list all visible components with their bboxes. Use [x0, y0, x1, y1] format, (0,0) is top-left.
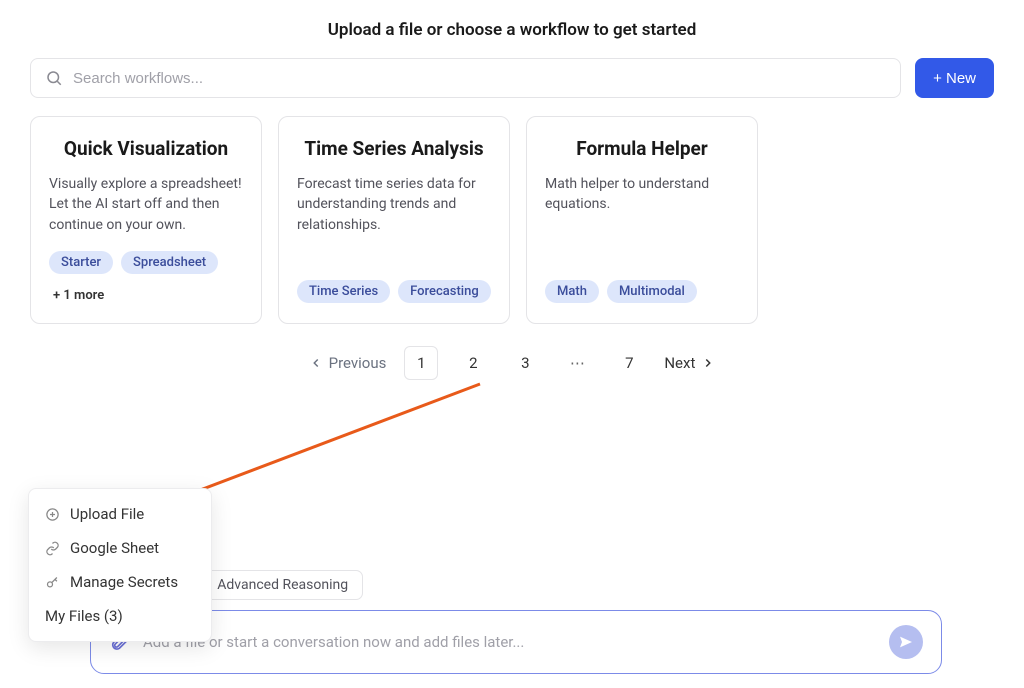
manage-secrets-item[interactable]: Manage Secrets [29, 565, 211, 599]
my-files-item[interactable]: My Files (3) [29, 599, 211, 633]
upload-file-item[interactable]: Upload File [29, 497, 211, 531]
google-sheet-item[interactable]: Google Sheet [29, 531, 211, 565]
pagination: Previous 1 2 3 ⋯ 7 Next [0, 346, 1024, 380]
card-title: Formula Helper [545, 137, 739, 160]
page-title: Upload a file or choose a workflow to ge… [0, 0, 1024, 58]
send-button[interactable] [889, 625, 923, 659]
chevron-left-icon [309, 356, 323, 370]
card-description: Forecast time series data for understand… [297, 174, 491, 235]
key-icon [45, 575, 60, 590]
chat-input-box[interactable]: Add a file or start a conversation now a… [90, 610, 942, 674]
tag: Starter [49, 251, 113, 274]
card-time-series[interactable]: Time Series Analysis Forecast time serie… [278, 116, 510, 324]
search-row: + New [0, 58, 1024, 98]
card-tags: Math Multimodal [545, 280, 739, 303]
card-description: Math helper to understand equations. [545, 174, 739, 215]
search-icon [45, 69, 63, 87]
tag: Multimodal [607, 280, 697, 303]
card-title: Time Series Analysis [297, 137, 491, 160]
chat-placeholder: Add a file or start a conversation now a… [143, 633, 875, 651]
card-description: Visually explore a spreadsheet! Let the … [49, 174, 243, 235]
next-button[interactable]: Next [664, 354, 715, 372]
page-ellipsis: ⋯ [560, 346, 594, 380]
card-tags: Time Series Forecasting [297, 280, 491, 303]
plus-circle-icon [45, 507, 60, 522]
card-quick-visualization[interactable]: Quick Visualization Visually explore a s… [30, 116, 262, 324]
more-tags-link[interactable]: + 1 more [49, 288, 243, 303]
tag: Forecasting [398, 280, 491, 303]
card-formula-helper[interactable]: Formula Helper Math helper to understand… [526, 116, 758, 324]
new-button[interactable]: + New [915, 58, 994, 98]
tag: Spreadsheet [121, 251, 218, 274]
advanced-reasoning-chip[interactable]: Advanced Reasoning [202, 570, 363, 600]
page-3[interactable]: 3 [508, 346, 542, 380]
tag: Math [545, 280, 599, 303]
chevron-right-icon [701, 356, 715, 370]
tag: Time Series [297, 280, 390, 303]
link-icon [45, 541, 60, 556]
page-2[interactable]: 2 [456, 346, 490, 380]
workflow-cards: Quick Visualization Visually explore a s… [0, 116, 1024, 324]
page-7[interactable]: 7 [612, 346, 646, 380]
card-tags: Starter Spreadsheet [49, 251, 243, 274]
search-box[interactable] [30, 58, 901, 98]
card-title: Quick Visualization [49, 137, 243, 160]
page-1[interactable]: 1 [404, 346, 438, 380]
attach-menu-popup: Upload File Google Sheet Manage Secrets … [28, 488, 212, 642]
search-input[interactable] [73, 70, 886, 87]
prev-button[interactable]: Previous [309, 354, 387, 372]
chat-area: Tools Advanced Reasoning Add a file or s… [90, 570, 942, 674]
send-icon [898, 634, 914, 650]
chat-chips: Tools Advanced Reasoning [90, 570, 942, 600]
